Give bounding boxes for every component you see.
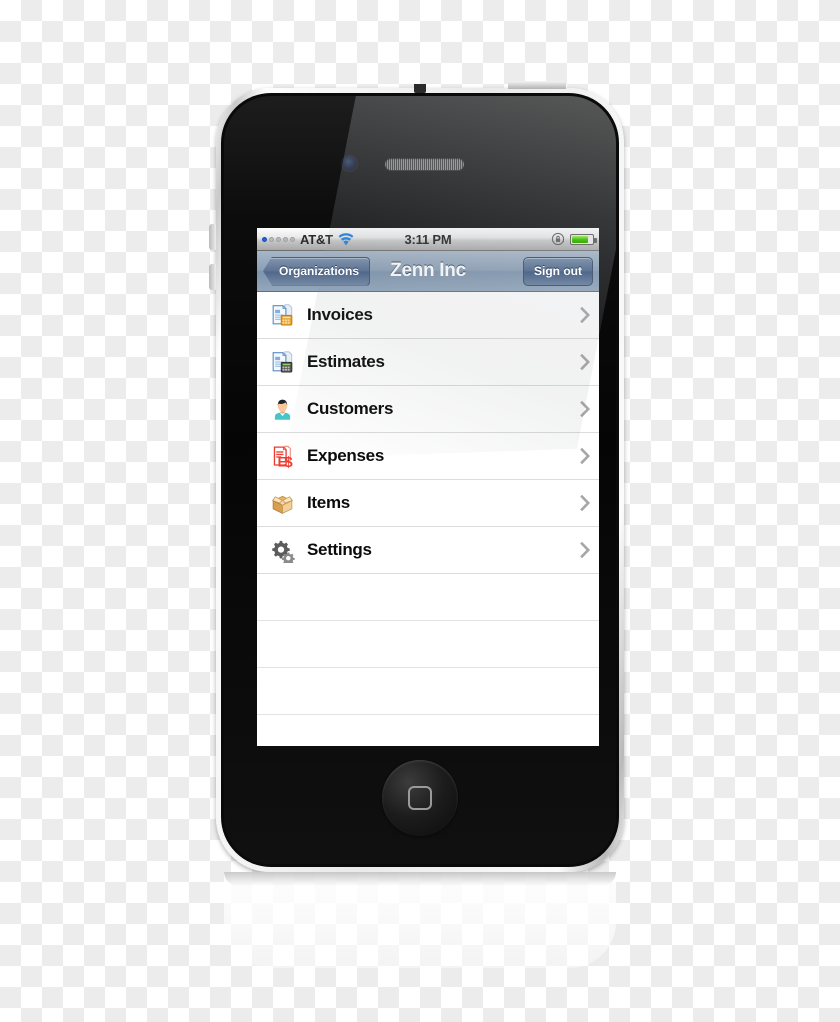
items-box-icon bbox=[268, 489, 296, 517]
empty-table-row bbox=[257, 574, 599, 621]
status-bar: AT&T 3:11 PM bbox=[257, 228, 599, 251]
svg-text:$: $ bbox=[284, 454, 293, 469]
home-button-square-icon bbox=[408, 786, 432, 810]
chevron-right-icon bbox=[580, 495, 590, 511]
menu-item-expenses[interactable]: E $ Expenses bbox=[257, 433, 599, 480]
main-menu-list: Invoices Estimates Customers E $ Expense… bbox=[257, 292, 599, 715]
top-sensor-slot bbox=[414, 84, 426, 93]
menu-item-label: Invoices bbox=[307, 305, 373, 324]
front-camera-icon bbox=[342, 156, 357, 171]
earpiece-speaker-icon bbox=[385, 158, 464, 170]
menu-item-estimates[interactable]: Estimates bbox=[257, 339, 599, 386]
chevron-right-icon bbox=[580, 448, 590, 464]
phone-screen: AT&T 3:11 PM Organizations Zenn Inc Sign… bbox=[257, 228, 599, 746]
empty-table-row bbox=[257, 621, 599, 668]
menu-item-settings[interactable]: Settings bbox=[257, 527, 599, 574]
menu-item-items[interactable]: Items bbox=[257, 480, 599, 527]
menu-item-label: Settings bbox=[307, 540, 372, 559]
power-button[interactable] bbox=[508, 81, 566, 89]
back-button-organizations[interactable]: Organizations bbox=[263, 256, 371, 286]
rotation-lock-icon bbox=[551, 232, 565, 246]
menu-item-label: Estimates bbox=[307, 352, 385, 371]
volume-down-button[interactable] bbox=[209, 264, 216, 290]
sign-out-label: Sign out bbox=[534, 264, 582, 278]
customer-person-icon bbox=[268, 395, 296, 423]
settings-gears-icon bbox=[268, 536, 296, 564]
estimate-document-icon bbox=[268, 348, 296, 376]
chevron-right-icon bbox=[580, 542, 590, 558]
status-bar-right bbox=[551, 232, 597, 246]
volume-up-button[interactable] bbox=[209, 224, 216, 250]
menu-item-invoices[interactable]: Invoices bbox=[257, 292, 599, 339]
sign-out-button[interactable]: Sign out bbox=[523, 256, 593, 286]
iphone-device: AT&T 3:11 PM Organizations Zenn Inc Sign… bbox=[209, 81, 624, 872]
navigation-bar: Organizations Zenn Inc Sign out bbox=[257, 251, 599, 292]
menu-item-label: Items bbox=[307, 493, 350, 512]
device-front-glass: AT&T 3:11 PM Organizations Zenn Inc Sign… bbox=[224, 96, 616, 864]
back-button-label: Organizations bbox=[279, 264, 360, 278]
home-button[interactable] bbox=[382, 760, 458, 836]
expense-receipt-icon: E $ bbox=[268, 442, 296, 470]
status-bar-clock: 3:11 PM bbox=[404, 231, 452, 247]
menu-item-label: Customers bbox=[307, 399, 394, 418]
device-reflection bbox=[224, 872, 616, 968]
menu-item-customers[interactable]: Customers bbox=[257, 386, 599, 433]
battery-fill bbox=[572, 235, 588, 243]
invoice-document-icon bbox=[268, 301, 296, 329]
battery-icon bbox=[570, 233, 597, 245]
device-body: AT&T 3:11 PM Organizations Zenn Inc Sign… bbox=[221, 93, 619, 867]
chevron-right-icon bbox=[580, 401, 590, 417]
menu-item-label: Expenses bbox=[307, 446, 384, 465]
empty-table-row bbox=[257, 668, 599, 715]
chevron-right-icon bbox=[580, 354, 590, 370]
chevron-right-icon bbox=[580, 307, 590, 323]
